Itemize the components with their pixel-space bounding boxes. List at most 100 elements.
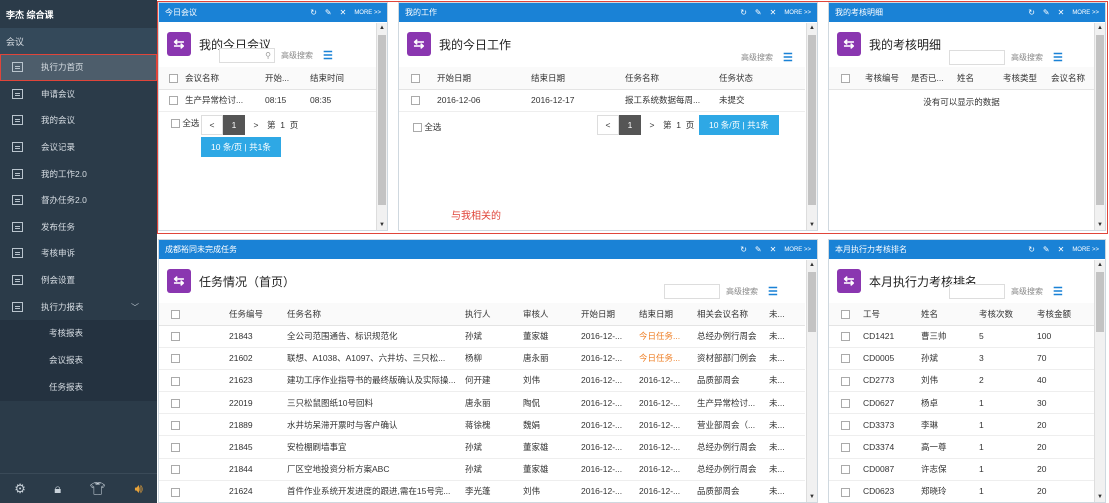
close-icon[interactable]: ✕ (1058, 245, 1065, 254)
row-checkbox[interactable] (159, 347, 229, 370)
next-page-button[interactable]: > (641, 115, 663, 135)
close-icon[interactable]: ✕ (770, 8, 777, 17)
row-checkbox[interactable] (829, 480, 863, 502)
edit-icon[interactable]: ✎ (755, 245, 762, 254)
table-row[interactable]: CD3374 高一尊 1 20 (829, 435, 1094, 459)
search-input[interactable] (679, 50, 735, 65)
select-all-checkbox[interactable] (159, 67, 185, 90)
col-header[interactable]: 考核编号 (865, 67, 911, 90)
col-header[interactable]: 相关会议名称 (697, 303, 769, 326)
col-header[interactable]: 考核类型 (1003, 67, 1051, 90)
more-link[interactable]: MORE >> (1072, 10, 1099, 16)
more-link[interactable]: MORE >> (1072, 247, 1099, 253)
sidebar-item[interactable]: 督办任务2.0 (0, 187, 157, 214)
list-view-icon[interactable]: ☰ (323, 49, 333, 62)
sidebar-item[interactable]: 例会设置 (0, 267, 157, 294)
gear-icon[interactable]: ⚙ (14, 481, 26, 497)
list-view-icon[interactable]: ☰ (783, 51, 793, 64)
table-row[interactable]: 21889 水井坊呆滞开票时与客户确认 蒋徐槐 魏娟 2016-12-... 2016-1… (159, 413, 805, 437)
edit-icon[interactable]: ✎ (755, 8, 762, 17)
col-header[interactable]: 结束时间 (310, 67, 377, 90)
col-header[interactable]: 会议名称 (185, 67, 265, 90)
table-row[interactable]: CD0087 许志保 1 20 (829, 458, 1094, 481)
sidebar-subitem[interactable]: 考核报表 (0, 319, 157, 347)
table-row[interactable]: 21624 首件作业系统开发进度的跟进,需在15号完... 李光蓬 刘伟 2016-12… (159, 480, 805, 502)
volume-icon[interactable]: 🔊︎ (135, 481, 143, 497)
table-row[interactable]: 生产异常检讨... 08:15 08:35 (159, 89, 377, 112)
col-header[interactable]: 姓名 (957, 67, 1003, 90)
table-row[interactable]: CD0623 郑晓玲 1 20 (829, 480, 1094, 502)
col-header[interactable]: 是否已... (911, 67, 957, 90)
sidebar-item[interactable]: 考核申诉 (0, 240, 157, 267)
col-header[interactable]: 工号 (863, 303, 921, 326)
edit-icon[interactable]: ✎ (325, 8, 332, 17)
refresh-icon[interactable]: ↻ (740, 245, 747, 254)
list-view-icon[interactable]: ☰ (1053, 285, 1063, 298)
sidebar-subitem[interactable]: 任务报表 (0, 373, 157, 401)
row-checkbox[interactable] (829, 369, 863, 393)
sidebar-item[interactable]: 执行力首页 (0, 54, 157, 81)
select-all-checkbox[interactable] (159, 303, 229, 326)
col-header[interactable]: 开始... (265, 67, 310, 90)
lock-icon[interactable]: 🔒︎ (54, 481, 61, 497)
list-view-icon[interactable]: ☰ (1053, 51, 1063, 64)
close-icon[interactable]: ✕ (1058, 8, 1065, 17)
edit-icon[interactable]: ✎ (1043, 8, 1050, 17)
page-size-info[interactable]: 10 条/页 | 共1条 (201, 137, 281, 157)
select-all[interactable]: 全选 (413, 121, 441, 133)
col-header[interactable]: 任务编号 (229, 303, 287, 326)
advanced-search-link[interactable]: 高级搜索 (726, 286, 758, 297)
edit-icon[interactable]: ✎ (1043, 245, 1050, 254)
row-checkbox[interactable] (829, 435, 863, 459)
col-header[interactable]: 执行人 (465, 303, 523, 326)
row-checkbox[interactable] (829, 325, 863, 348)
refresh-icon[interactable]: ↻ (1028, 245, 1035, 254)
advanced-search-link[interactable]: 高级搜索 (741, 52, 773, 63)
table-row[interactable]: CD0005 孙斌 3 70 (829, 347, 1094, 370)
row-checkbox[interactable] (159, 369, 229, 393)
prev-page-button[interactable]: < (201, 115, 223, 135)
select-all-checkbox[interactable] (399, 67, 437, 90)
refresh-icon[interactable]: ↻ (1028, 8, 1035, 17)
col-header[interactable]: 开始日期 (581, 303, 639, 326)
page-number-input[interactable]: 1 (280, 120, 285, 130)
advanced-search-link[interactable]: 高级搜索 (1011, 52, 1043, 63)
more-link[interactable]: MORE >> (354, 10, 381, 16)
row-checkbox[interactable] (159, 391, 229, 415)
refresh-icon[interactable]: ↻ (310, 8, 317, 17)
search-input[interactable]: ⚲ (219, 48, 275, 63)
page-size-info[interactable]: 10 条/页 | 共1条 (698, 115, 779, 135)
prev-page-button[interactable]: < (597, 115, 619, 135)
advanced-search-link[interactable]: 高级搜索 (281, 50, 313, 61)
table-row[interactable]: 21845 安检棚刷墙事宜 孙斌 董家雄 2016-12-... 2016-12-... 总… (159, 435, 805, 459)
scrollbar[interactable]: ▲ ▼ (1094, 23, 1105, 230)
advanced-search-link[interactable]: 高级搜索 (1011, 286, 1043, 297)
sidebar-item[interactable]: 申请会议 (0, 81, 157, 108)
sidebar-item[interactable]: 会议记录 (0, 134, 157, 161)
scrollbar[interactable]: ▲ ▼ (1094, 260, 1105, 502)
more-link[interactable]: MORE >> (784, 10, 811, 16)
row-checkbox[interactable] (159, 413, 229, 437)
search-input[interactable] (664, 284, 720, 299)
row-checkbox[interactable] (159, 89, 185, 112)
col-header[interactable]: 任务状态 (719, 67, 805, 90)
scrollbar[interactable]: ▲ ▼ (806, 260, 817, 502)
row-checkbox[interactable] (829, 413, 863, 437)
col-header[interactable]: 任务名称 (287, 303, 465, 326)
row-checkbox[interactable] (159, 325, 229, 348)
chevron-down-icon[interactable]: ﹀ (131, 302, 139, 313)
next-page-button[interactable]: > (245, 115, 267, 135)
col-header[interactable]: 会议名称 (1051, 67, 1094, 90)
table-row[interactable]: 2016-12-06 2016-12-17 报工系统数据每周... 未提交 (399, 89, 805, 112)
table-row[interactable]: CD0627 杨卓 1 30 (829, 391, 1094, 415)
page-number-input[interactable]: 1 (676, 120, 681, 130)
sidebar-section-meeting[interactable]: 会议 (0, 28, 157, 54)
table-row[interactable]: 22019 三只松鼠图纸10号回料 唐永丽 陶侃 2016-12-... 2016-12-… (159, 391, 805, 415)
col-header[interactable]: 开始日期 (437, 67, 531, 90)
close-icon[interactable]: ✕ (340, 8, 347, 17)
col-header[interactable]: 结束日期 (639, 303, 697, 326)
list-view-icon[interactable]: ☰ (768, 285, 778, 298)
sidebar-item[interactable]: 执行力报表 ﹀ (0, 293, 157, 320)
col-header[interactable]: 姓名 (921, 303, 979, 326)
scrollbar[interactable]: ▲ ▼ (806, 23, 817, 230)
